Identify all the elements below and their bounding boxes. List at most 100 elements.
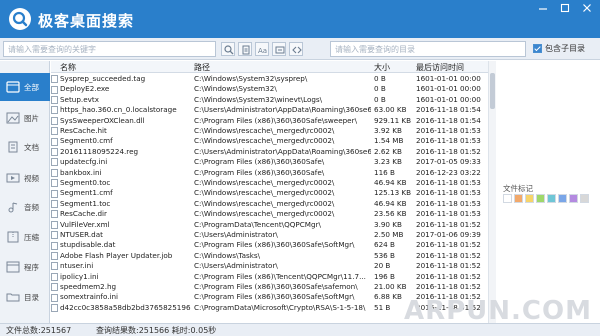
file-name-text: Segment1.cmf xyxy=(60,188,113,198)
program-icon xyxy=(6,261,20,273)
file-name-cell: speedmem2.hg xyxy=(51,282,191,292)
results-scrollbar[interactable] xyxy=(488,61,496,323)
regex-icon[interactable] xyxy=(289,42,303,56)
table-row[interactable]: stupdisable.dat C:\Program Files (x86)\36… xyxy=(51,240,488,250)
file-name-text: Sysprep_succeeded.tag xyxy=(60,74,146,83)
file-type-icon xyxy=(51,283,58,292)
file-path-cell: C:\Windows\rescache\_merged\rc0002\ xyxy=(194,198,335,208)
table-row[interactable]: Segment0.cmf C:\Windows\rescache\_merged\… xyxy=(51,136,488,146)
sidebar-item-pictures[interactable]: 图片 xyxy=(0,104,50,132)
tag-color-swatch[interactable] xyxy=(558,194,567,203)
search-icon[interactable] xyxy=(221,42,235,56)
table-row[interactable]: Adobe Flash Player Updater.job C:\Windows… xyxy=(51,251,488,261)
file-name-cell: bankbox.ini xyxy=(51,168,191,178)
table-row[interactable]: https_hao.360.cn_0.localstorage C:\Users\… xyxy=(51,105,488,115)
file-name-text: d42cc0c3858a58db2bd3765825196... xyxy=(60,302,191,312)
table-row[interactable]: VulFileVer.xml C:\ProgramData\Tencent\QQP… xyxy=(51,220,488,230)
column-header-path[interactable]: 路径 xyxy=(194,62,210,73)
file-path-cell: C:\Program Files (x86)\360\360Safe\sweep… xyxy=(194,115,357,125)
sidebar-item-documents[interactable]: 文档 xyxy=(0,133,50,161)
file-filter-icon[interactable] xyxy=(238,42,252,56)
query-result-text: 查询结果数:251566 耗时:0.05秒 xyxy=(96,326,217,335)
file-size-cell: 46.94 KB xyxy=(374,198,407,208)
picture-icon xyxy=(6,112,20,124)
file-size-cell: 3.90 KB xyxy=(374,219,402,229)
checkbox-checked-icon[interactable] xyxy=(533,44,542,53)
table-row[interactable]: ipolicy1.ini C:\Program Files (x86)\Tence… xyxy=(51,272,488,282)
file-name-text: ipolicy1.ini xyxy=(60,271,99,281)
file-path-cell: C:\Windows\System32\winevt\Logs\ xyxy=(194,94,323,104)
app-title: 极客桌面搜索 xyxy=(38,12,135,30)
sidebar-item-label: 压缩 xyxy=(24,232,39,242)
file-name-cell: https_hao.360.cn_0.localstorage xyxy=(51,105,191,115)
tag-color-swatch[interactable] xyxy=(569,194,578,203)
table-row[interactable]: bankbox.ini C:\Program Files (x86)\360\36… xyxy=(51,168,488,178)
column-header-size[interactable]: 大小 xyxy=(374,62,390,73)
sidebar-item-videos[interactable]: 视频 xyxy=(0,164,50,192)
file-size-cell: 196 B xyxy=(374,271,395,281)
file-path-cell: C:\Windows\System32\ xyxy=(194,84,277,94)
file-path-cell: C:\Windows\rescache\_merged\rc0002\ xyxy=(194,136,335,146)
file-name-cell: Adobe Flash Player Updater.job xyxy=(51,251,191,261)
file-type-icon xyxy=(51,262,58,271)
column-header-last-access[interactable]: 最后访问时间 xyxy=(416,62,464,73)
search-input[interactable] xyxy=(3,41,216,57)
file-path-cell: C:\Program Files (x86)\360\360Safe\ xyxy=(194,157,325,167)
directory-input[interactable] xyxy=(330,41,526,57)
table-row[interactable]: Segment1.toc C:\Windows\rescache\_merged\… xyxy=(51,199,488,209)
sidebar-item-audio[interactable]: 音频 xyxy=(0,193,50,221)
magnifier-logo-icon xyxy=(9,8,31,30)
file-date-cell: 1601-01-01 00:00 xyxy=(416,94,481,104)
whole-word-icon[interactable] xyxy=(272,42,286,56)
video-icon xyxy=(6,172,20,184)
file-type-icon xyxy=(51,106,58,115)
sidebar-item-programs[interactable]: 程序 xyxy=(0,253,50,281)
file-name-text: somextrainfo.ini xyxy=(60,292,119,302)
sidebar-item-all[interactable]: 全部 xyxy=(0,73,50,101)
table-row[interactable]: SysSweeperOXClean.dll C:\Program Files (x… xyxy=(51,116,488,126)
sidebar-item-archives[interactable]: 压缩 xyxy=(0,223,50,251)
table-row[interactable]: ntuser.ini C:\Users\Administrator\ 20 B 201… xyxy=(51,261,488,271)
file-path-cell: C:\Windows\System32\sysprep\ xyxy=(194,74,308,83)
file-path-cell: C:\Users\Administrator\ xyxy=(194,230,278,239)
maximize-icon[interactable] xyxy=(558,2,572,14)
file-type-icon xyxy=(51,304,58,312)
minimize-icon[interactable] xyxy=(536,2,550,14)
folder-icon xyxy=(6,291,20,303)
tag-color-swatch[interactable] xyxy=(514,194,523,203)
file-tag-label: 文件标记 xyxy=(503,184,533,193)
tag-color-swatch[interactable] xyxy=(547,194,556,203)
table-row[interactable]: Sysprep_succeeded.tag C:\Windows\System32… xyxy=(51,74,488,84)
file-name-cell: updatecfg.ini xyxy=(51,157,191,167)
table-row[interactable]: 20161118095224.reg C:\Users\Administrator… xyxy=(51,147,488,157)
table-row[interactable]: NTUSER.dat C:\Users\Administrator\ 2.50 MB… xyxy=(51,230,488,240)
file-path-cell: C:\Program Files (x86)\360\360Safe\SoftM… xyxy=(194,292,355,302)
tag-color-swatch[interactable] xyxy=(503,194,512,203)
file-date-cell: 2017-01-06 09:39 xyxy=(416,230,481,239)
table-row[interactable]: updatecfg.ini C:\Program Files (x86)\360\… xyxy=(51,157,488,167)
close-icon[interactable] xyxy=(580,2,594,14)
table-row[interactable]: speedmem2.hg C:\Program Files (x86)\360\3… xyxy=(51,282,488,292)
match-case-icon[interactable]: Aa xyxy=(255,42,269,56)
tag-color-swatch[interactable] xyxy=(580,194,589,203)
file-size-cell: 0 B xyxy=(374,94,386,104)
sidebar-item-folders[interactable]: 目录 xyxy=(0,283,50,311)
all-files-icon xyxy=(6,81,20,93)
scrollbar-thumb[interactable] xyxy=(490,73,495,109)
include-subdirs-checkbox[interactable]: 包含子目录 xyxy=(533,43,585,54)
file-date-cell: 2016-11-18 01:52 xyxy=(416,240,481,250)
table-row[interactable]: DeployE2.exe C:\Windows\System32\ 0 B 1601-… xyxy=(51,84,488,94)
table-row[interactable]: Setup.evtx C:\Windows\System32\winevt\Log… xyxy=(51,95,488,105)
tag-color-swatch[interactable] xyxy=(525,194,534,203)
table-row[interactable]: Segment0.toc C:\Windows\rescache\_merged\… xyxy=(51,178,488,188)
table-row[interactable]: ResCache.hit C:\Windows\rescache\_merged\… xyxy=(51,126,488,136)
file-name-cell: 20161118095224.reg xyxy=(51,147,191,157)
file-size-cell: 23.56 KB xyxy=(374,209,407,219)
table-row[interactable]: ResCache.dir C:\Windows\rescache\_merged\… xyxy=(51,209,488,219)
column-header-name[interactable]: 名称 xyxy=(60,62,76,73)
table-row[interactable]: Segment1.cmf C:\Windows\rescache\_merged\… xyxy=(51,188,488,198)
tag-color-swatch[interactable] xyxy=(536,194,545,203)
file-size-cell: 20 B xyxy=(374,261,391,271)
file-size-cell: 624 B xyxy=(374,240,395,250)
file-name-cell: Segment1.cmf xyxy=(51,188,191,198)
